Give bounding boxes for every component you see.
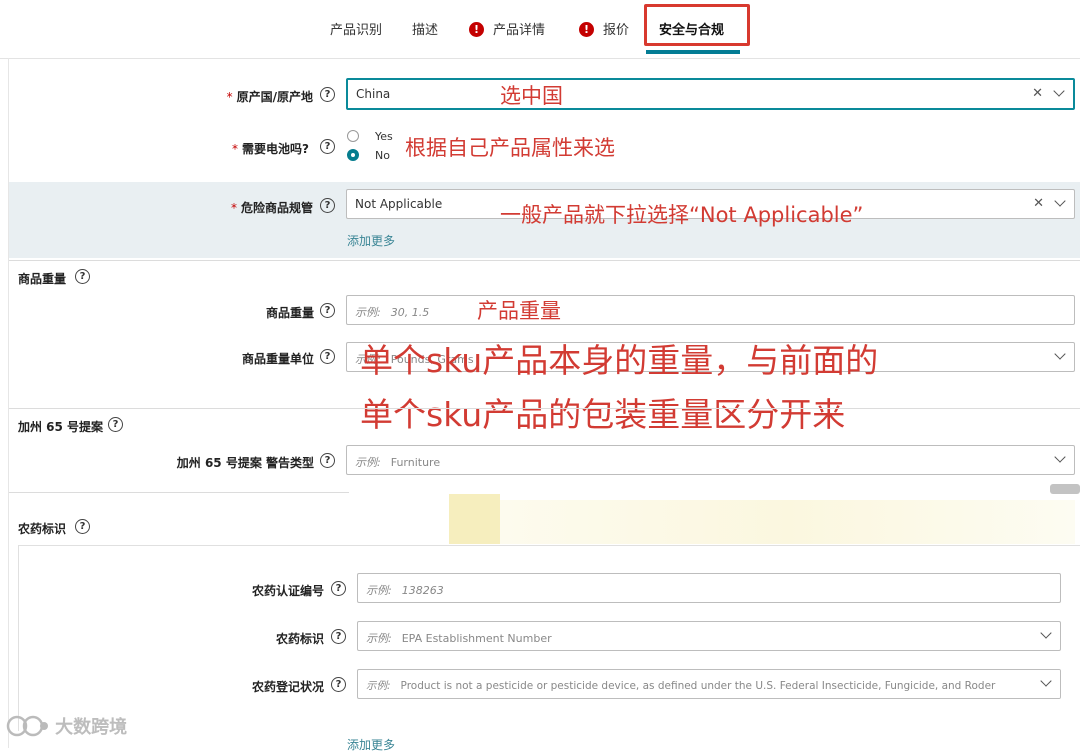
help-icon[interactable]: ? [320, 198, 335, 213]
divider [9, 260, 1080, 261]
hazmat-label: * 危险商品规管 [230, 201, 313, 215]
tab-description[interactable]: 描述 [412, 19, 438, 38]
weight-section-title: 商品重量 [18, 272, 67, 286]
help-icon[interactable]: ? [331, 629, 346, 644]
tab-product-identity[interactable]: 产品识别 [330, 19, 382, 38]
battery-yes-radio[interactable] [347, 130, 359, 142]
weight-input[interactable]: 示例: 30, 1.5 [346, 295, 1075, 325]
help-icon[interactable]: ? [320, 349, 335, 364]
battery-yes-label: Yes [375, 130, 393, 143]
prop65-select[interactable]: 示例: Furniture [346, 445, 1075, 475]
origin-select[interactable]: China ✕ [346, 78, 1075, 110]
prop65-section-title: 加州 65 号提案 [18, 420, 104, 434]
page-border [8, 58, 9, 748]
annotation-battery: 根据自己产品属性来选 [405, 136, 615, 160]
pesticide-cert-input[interactable]: 示例: 138263 [357, 573, 1061, 603]
watermark-logo-icon [6, 715, 48, 737]
weight-label: 商品重量 [265, 306, 314, 320]
obscured-mark [1050, 484, 1080, 494]
tab-bar: 产品识别 描述 ! 产品详情 ! 报价 安全与合规 [0, 0, 1080, 59]
annotation-weight: 产品重量 [477, 299, 561, 323]
battery-no-radio[interactable] [347, 149, 359, 161]
origin-label: * 原产国/原产地 [226, 90, 313, 104]
pesticide-section-title: 农药标识 [18, 522, 67, 536]
prop65-label: 加州 65 号提案 警告类型 [176, 456, 314, 470]
clear-icon[interactable]: ✕ [1032, 86, 1043, 101]
obscured-region [500, 500, 1075, 544]
annotation-hazmat: 一般产品就下拉选择“Not Applicable” [500, 203, 864, 227]
chevron-down-icon[interactable] [1054, 195, 1066, 207]
chevron-down-icon[interactable] [1040, 627, 1052, 639]
help-icon[interactable]: ? [108, 417, 123, 432]
help-icon[interactable]: ? [320, 453, 335, 468]
obscured-block [449, 494, 500, 544]
chevron-down-icon[interactable] [1054, 348, 1066, 360]
divider [9, 492, 349, 493]
tab-active-indicator [646, 50, 740, 54]
help-icon[interactable]: ? [75, 519, 90, 534]
watermark-text: 大数跨境 [55, 717, 128, 738]
error-icon: ! [469, 22, 484, 37]
pesticide-status-select[interactable]: 示例: Product is not a pesticide or pestici… [357, 669, 1061, 699]
tab-highlight-box [644, 4, 750, 46]
annotation-weight-note-1: 单个sku产品本身的重量，与前面的 [360, 341, 879, 380]
pesticide-mark-select[interactable]: 示例: EPA Establishment Number [357, 621, 1061, 651]
help-icon[interactable]: ? [320, 139, 335, 154]
pesticide-mark-label: 农药标识 [275, 632, 324, 646]
error-icon: ! [579, 22, 594, 37]
help-icon[interactable]: ? [75, 269, 90, 284]
chevron-down-icon[interactable] [1053, 85, 1065, 97]
hazmat-add-more-link[interactable]: 添加更多 [347, 232, 395, 249]
watermark: 大数跨境 [6, 713, 127, 739]
pesticide-cert-label: 农药认证编号 [251, 584, 324, 598]
add-more-link[interactable]: 添加更多 [347, 736, 395, 753]
tab-product-details[interactable]: ! 产品详情 [469, 19, 545, 38]
help-icon[interactable]: ? [320, 303, 335, 318]
battery-no-label: No [375, 149, 390, 162]
pesticide-status-label: 农药登记状况 [251, 680, 324, 694]
divider [9, 408, 1080, 409]
help-icon[interactable]: ? [331, 581, 346, 596]
battery-label: * 需要电池吗? [232, 142, 309, 156]
weight-unit-label: 商品重量单位 [241, 352, 314, 366]
help-icon[interactable]: ? [331, 677, 346, 692]
chevron-down-icon[interactable] [1054, 451, 1066, 463]
annotation-weight-note-2: 单个sku产品的包装重量区分开来 [360, 395, 846, 434]
tab-offer[interactable]: ! 报价 [579, 19, 629, 38]
clear-icon[interactable]: ✕ [1033, 196, 1044, 211]
annotation-origin: 选中国 [500, 84, 563, 108]
help-icon[interactable]: ? [320, 87, 335, 102]
